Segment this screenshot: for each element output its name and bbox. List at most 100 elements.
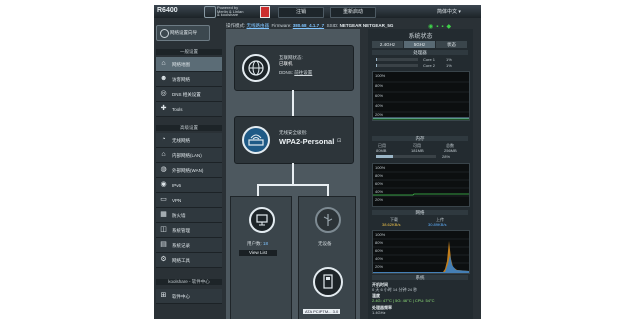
sidebar-item-label: 网络地图 <box>172 62 190 67</box>
core1-pct: 1% <box>446 57 452 62</box>
language-select[interactable]: 简体中文 ▾ <box>437 8 461 15</box>
usb-drive-icon <box>313 267 343 297</box>
ddns-row: DDNS: 前往设置 <box>279 70 312 76</box>
client-count-row: 用户数: 18 <box>247 241 268 247</box>
connector-line <box>292 90 294 116</box>
sidebar-item-label: 系统管理 <box>172 228 190 233</box>
network-map: 互联网状态: 已联机 DDNS: 前往设置 无线安全级别: WPA2-Perso… <box>226 29 360 319</box>
sidebar-item-wan[interactable]: ◍ 外部网络(WAN) <box>156 163 222 178</box>
monitor-icon <box>249 207 275 233</box>
sidebar-item-wireless[interactable]: ◔ 无线网络 <box>156 133 222 148</box>
sidebar-item-label: 系统记录 <box>172 243 190 248</box>
sidebar-item-network-map[interactable]: ⌂ 网络地图 <box>156 57 222 72</box>
wireless-security-label: 无线安全级别: <box>279 130 308 135</box>
sidebar-item-lan[interactable]: ⌂ 内部网络(LAN) <box>156 148 222 163</box>
net-y-label: 80% <box>375 240 384 245</box>
router-admin-frame: R6400 Powered by Merlin & Linlan & kools… <box>154 5 481 319</box>
memory-bar <box>376 155 436 158</box>
quick-setup-button[interactable]: 网络设置向导 <box>156 25 210 41</box>
globe-icon <box>242 54 270 82</box>
mem-y-label: 20% <box>375 197 384 202</box>
temp-value: 2.4G: 47°C | 5G: 46°C | CPU: 54°C <box>372 298 435 303</box>
cpu-y-label: 20% <box>375 112 384 117</box>
cpu-y-label: 60% <box>375 93 384 98</box>
sidebar-item-software-center[interactable]: ⊞ 软件中心 <box>156 289 222 304</box>
usb-icon <box>315 207 341 233</box>
log-icon: ▤ <box>160 241 167 248</box>
sidebar-item-label: 内部网络(LAN) <box>172 153 202 158</box>
sidebar-item-network-tools[interactable]: ⚙ 网络工具 <box>156 253 222 268</box>
wireless-security-value: WPA2-Personal <box>279 137 335 146</box>
ssid-5g: NETGEAR_5G <box>362 23 394 28</box>
top-bar: R6400 Powered by Merlin & Linlan & kools… <box>154 5 481 18</box>
guest-icon: ☻ <box>160 75 168 82</box>
sidebar-item-label: VPN <box>172 198 182 203</box>
ssid-label: SSID: <box>326 23 339 28</box>
sidebar-item-log[interactable]: ▤ 系统记录 <box>156 238 222 253</box>
lan-icon: ⌂ <box>161 151 166 158</box>
mem-total-value: 256MB <box>444 148 457 153</box>
net-y-label: 100% <box>375 232 386 237</box>
memory-header: 内存 <box>372 136 468 141</box>
sidebar-item-label: DNS 相关设置 <box>172 92 201 97</box>
sidebar-item-label: 外部网络(WAN) <box>172 168 204 173</box>
connector-line <box>257 184 259 196</box>
usb-panel[interactable]: 无设备 ATA PCIPTM... 3.0 <box>298 196 356 319</box>
internet-node[interactable]: 互联网状态: 已联机 DDNS: 前往设置 <box>234 45 354 91</box>
network-graph: 100% 80% 60% 40% 20% <box>372 230 470 274</box>
ddns-label: DDNS: <box>279 70 294 75</box>
quick-setup-label: 网络设置向导 <box>170 30 197 35</box>
mem-used-value: 80MB <box>376 148 387 153</box>
status-title: 系统状态 <box>408 34 433 40</box>
sidebar-item-dns[interactable]: ◎ DNS 相关设置 <box>156 87 222 102</box>
connector-line <box>292 163 294 185</box>
logout-button[interactable]: 注销 <box>278 7 324 18</box>
ipv6-icon: ◉ <box>160 181 167 188</box>
op-mode-label: 操作模式: <box>226 23 246 28</box>
mem-y-label: 80% <box>375 173 384 178</box>
sidebar-item-firewall[interactable]: ▦ 防火墙 <box>156 208 222 223</box>
core1-label: Core 1 <box>423 57 436 62</box>
section-advanced-header: 高级设置 <box>156 125 222 131</box>
clients-panel[interactable]: 用户数: 18 View List <box>230 196 292 319</box>
tab-24ghz[interactable]: 2.4GHz <box>372 41 403 48</box>
memory-graph: 100% 80% 60% 40% 20% <box>372 163 470 207</box>
sidebar-item-ipv6[interactable]: ◉ IPv6 <box>156 178 222 193</box>
sidebar-item-label: Tools <box>172 107 183 112</box>
tab-status[interactable]: 状态 <box>436 41 467 48</box>
sidebar-item-guest[interactable]: ☻ 访客网络 <box>156 72 222 87</box>
sidebar-item-label: 网络工具 <box>172 258 190 263</box>
reboot-button[interactable]: 重新启动 <box>330 7 376 18</box>
system-status-panel: 系统状态 2.4GHz 5GHz 状态 处理器 Core 1 1% Core 2… <box>368 29 473 319</box>
net-y-label: 40% <box>375 256 384 261</box>
view-list-button[interactable]: View List <box>239 250 277 256</box>
sidebar-item-vpn[interactable]: ▭ VPN <box>156 193 222 208</box>
mem-y-label: 60% <box>375 181 384 186</box>
mem-free-value: 181MB <box>411 148 424 153</box>
wan-icon: ◍ <box>160 166 167 173</box>
vpn-icon: ▭ <box>160 196 167 203</box>
router-node[interactable]: 无线安全级别: WPA2-Personal ⊡ <box>234 116 354 164</box>
sidebar-item-tools[interactable]: ✚ Tools <box>156 102 222 117</box>
net-y-label: 20% <box>375 264 384 269</box>
op-mode-link[interactable]: 无线路由器 <box>247 23 270 28</box>
network-header: 网络 <box>372 210 468 215</box>
model-logo: R6400 <box>157 7 178 14</box>
mem-y-label: 40% <box>375 189 384 194</box>
net-y-label: 60% <box>375 248 384 253</box>
section-koolshare-header: koolshare - 软件中心 <box>156 279 222 285</box>
firmware-label: Firmware: <box>271 23 292 28</box>
tab-5ghz[interactable]: 5GHz <box>404 41 435 48</box>
sidebar-item-label: 访客网络 <box>172 77 190 82</box>
power-badge-icon <box>260 6 270 18</box>
network-tools-icon: ⚙ <box>160 256 167 263</box>
cpu-freq-value: 1.4GHz <box>372 310 386 315</box>
system-header: 系统 <box>372 275 468 280</box>
ddns-setup-link[interactable]: 前往设置 <box>294 70 312 75</box>
internet-status-value: 已联机 <box>279 61 293 66</box>
mem-y-label: 100% <box>375 165 386 170</box>
client-count-label: 用户数: <box>247 241 262 246</box>
sidebar-item-admin[interactable]: ◫ 系统管理 <box>156 223 222 238</box>
firmware-link[interactable]: 380.68_4.1.7_7 <box>293 23 324 28</box>
globe-icon <box>160 29 169 38</box>
